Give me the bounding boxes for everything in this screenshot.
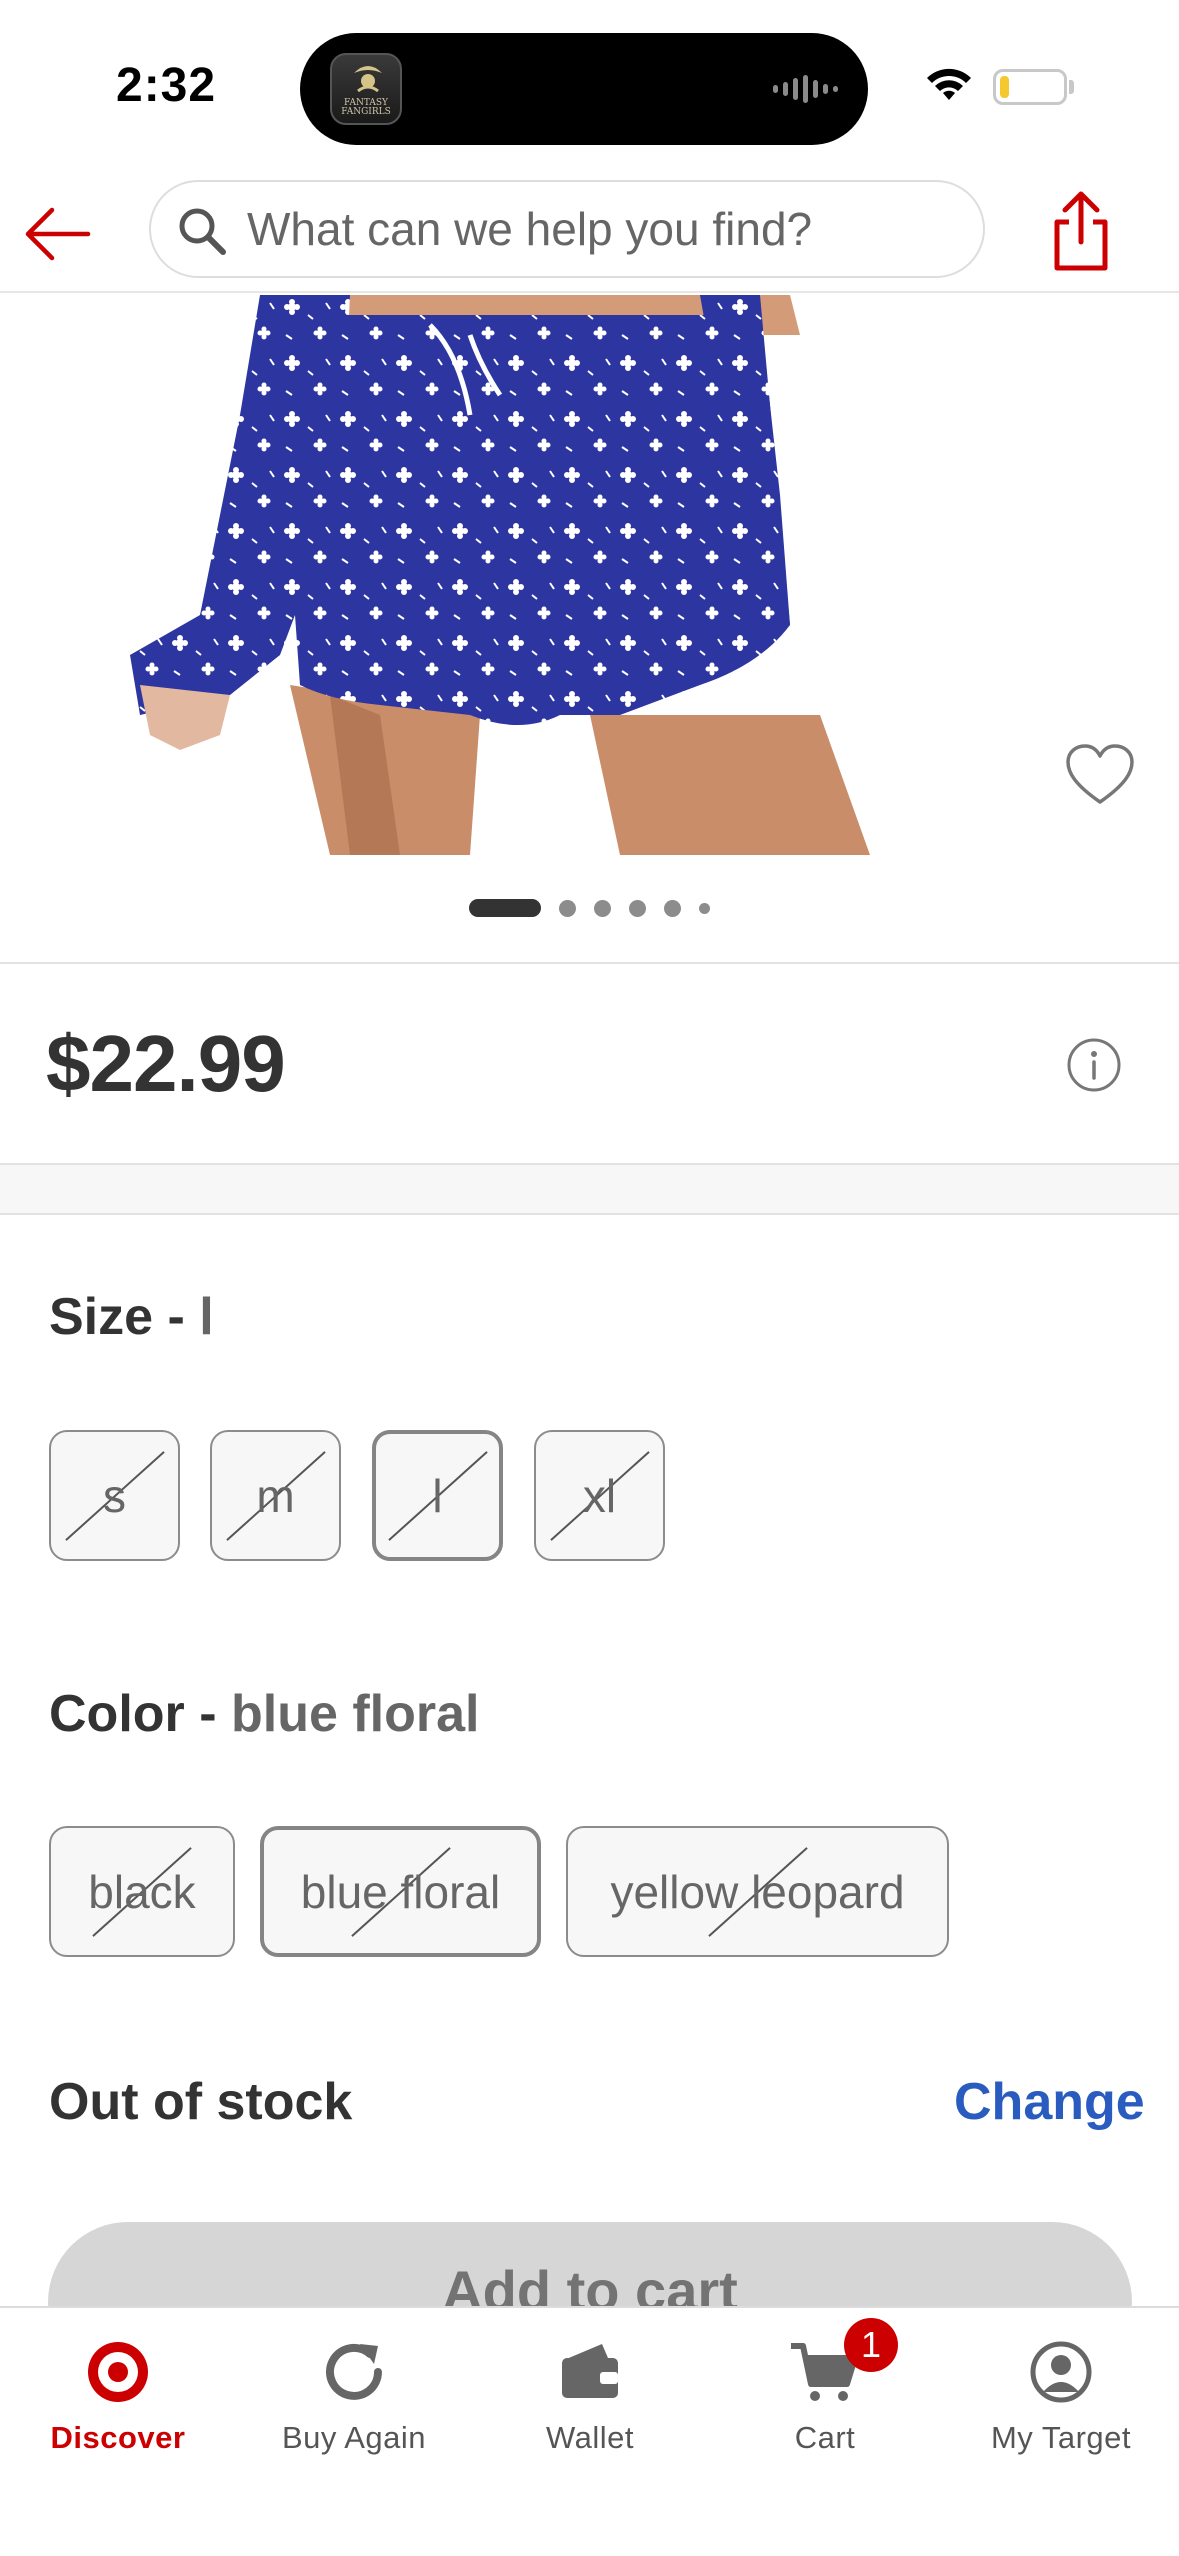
color-selected-value: blue floral xyxy=(230,1685,480,1743)
tab-label: Cart xyxy=(794,2420,856,2455)
tab-buy-again[interactable]: Buy Again xyxy=(236,2308,472,2508)
size-option-label: xl xyxy=(582,1469,617,1522)
battery-icon xyxy=(993,69,1067,105)
size-option-l[interactable]: l xyxy=(372,1430,503,1561)
back-button[interactable] xyxy=(22,198,94,270)
bottom-tab-bar: Discover Buy Again Wallet Cart My Target… xyxy=(0,2306,1179,2556)
color-option-black[interactable]: black xyxy=(49,1826,235,1957)
share-icon xyxy=(1054,191,1108,271)
tab-label: My Target xyxy=(990,2420,1132,2455)
tab-label: Wallet xyxy=(546,2420,634,2455)
product-image[interactable] xyxy=(0,295,1179,855)
color-option-label: blue floral xyxy=(300,1865,501,1918)
status-time: 2:32 xyxy=(116,59,217,112)
battery-cap xyxy=(1069,80,1074,94)
search-icon xyxy=(179,208,226,255)
arrow-left-icon xyxy=(25,207,91,261)
refresh-icon xyxy=(326,2343,382,2400)
share-button[interactable] xyxy=(1045,188,1117,274)
image-carousel-dots[interactable] xyxy=(0,898,1179,918)
size-label: Size xyxy=(49,1288,154,1346)
size-option-label: m xyxy=(256,1469,295,1522)
cart-count-badge: 1 xyxy=(844,2318,898,2372)
product-photo xyxy=(130,295,870,855)
size-separator: - xyxy=(153,1288,200,1346)
color-option-yellow-leopard[interactable]: yellow leopard xyxy=(566,1826,949,1957)
search-bar[interactable] xyxy=(149,180,985,278)
carousel-dot[interactable] xyxy=(629,899,646,917)
divider xyxy=(0,962,1179,964)
heart-outline-icon xyxy=(1066,744,1134,804)
tab-label: Buy Again xyxy=(281,2420,427,2455)
stock-status: Out of stock xyxy=(49,2073,353,2131)
price-info-button[interactable] xyxy=(1066,1037,1122,1093)
tab-cart[interactable]: Cart xyxy=(707,2308,943,2508)
tab-wallet[interactable]: Wallet xyxy=(472,2308,708,2508)
carousel-dot-active[interactable] xyxy=(469,899,541,917)
audio-waveform-icon xyxy=(773,75,838,103)
size-option-s[interactable]: s xyxy=(49,1430,180,1561)
status-bar: 2:32 FANTASY FANGIRLS xyxy=(0,0,1179,170)
color-option-label: yellow leopard xyxy=(610,1865,905,1918)
tab-label: Discover xyxy=(50,2420,186,2455)
favorite-button[interactable] xyxy=(1064,742,1136,808)
dynamic-island[interactable]: FANTASY FANGIRLS xyxy=(300,33,868,145)
product-price: $22.99 xyxy=(46,1019,286,1108)
search-input[interactable] xyxy=(247,182,947,276)
carousel-dot[interactable] xyxy=(664,899,681,917)
size-option-label: l xyxy=(432,1469,443,1522)
battery-fill xyxy=(1000,76,1009,98)
carousel-dot[interactable] xyxy=(559,899,576,917)
color-label: Color xyxy=(49,1685,185,1743)
carousel-dot[interactable] xyxy=(594,899,611,917)
info-icon xyxy=(1067,1038,1121,1092)
change-store-link[interactable]: Change xyxy=(954,2072,1145,2132)
account-icon xyxy=(1030,2341,1092,2403)
carousel-dot[interactable] xyxy=(699,902,710,914)
section-separator xyxy=(0,1163,1179,1215)
size-option-m[interactable]: m xyxy=(210,1430,341,1561)
app-icon-text: FANTASY FANGIRLS xyxy=(341,98,391,117)
size-option-label: s xyxy=(103,1469,126,1522)
size-selected-value: l xyxy=(199,1288,214,1346)
wifi-icon xyxy=(927,68,971,100)
now-playing-app-icon: FANTASY FANGIRLS xyxy=(330,53,402,125)
size-heading: Size - l xyxy=(49,1287,214,1347)
color-option-label: black xyxy=(88,1865,196,1918)
tab-my-target[interactable]: My Target xyxy=(943,2308,1179,2508)
color-separator: - xyxy=(184,1685,231,1743)
color-option-blue-floral[interactable]: blue floral xyxy=(260,1826,541,1957)
target-logo-icon xyxy=(88,2342,148,2402)
size-option-xl[interactable]: xl xyxy=(534,1430,665,1561)
color-heading: Color - blue floral xyxy=(49,1684,479,1744)
wallet-icon xyxy=(562,2344,618,2398)
top-nav-header xyxy=(0,170,1179,293)
tab-discover[interactable]: Discover xyxy=(0,2308,236,2508)
